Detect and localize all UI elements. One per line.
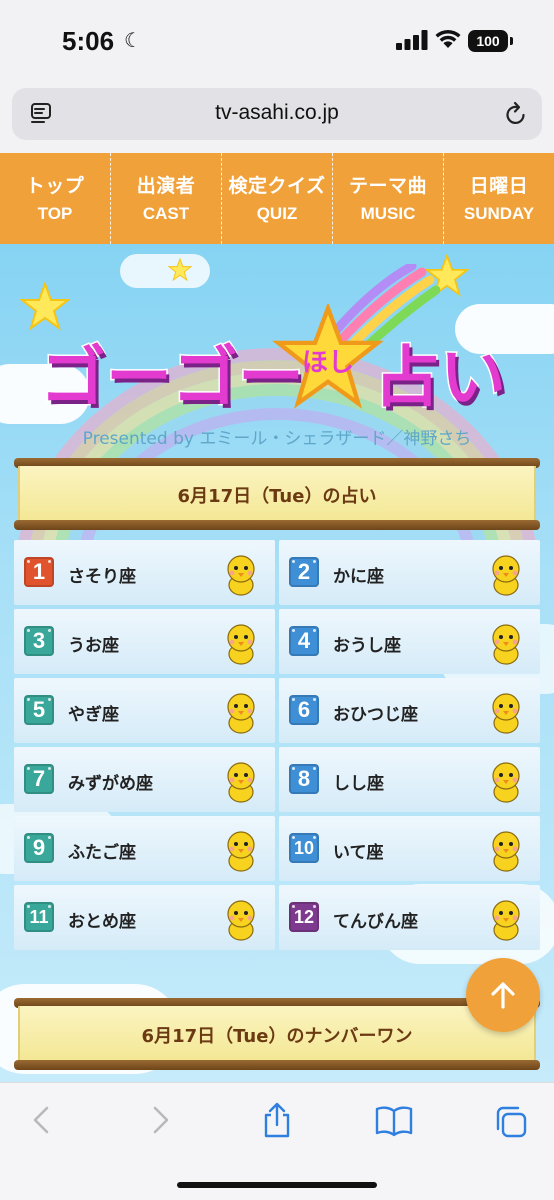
zodiac-sign-label: ふたご座 (68, 843, 136, 863)
rank-badge: 2 (289, 557, 319, 587)
section-title: 6月17日（Tue）の占い (177, 486, 377, 507)
zodiac-sign-label: かに座 (333, 567, 384, 587)
logo-part2: 占い (373, 338, 508, 418)
battery-tip (510, 37, 513, 45)
rank-badge: 4 (289, 626, 319, 656)
zodiac-sign-label: みずがめ座 (68, 774, 153, 794)
ranking-cell[interactable]: 1 さそり座 (14, 540, 275, 605)
rank-badge: 11 (24, 902, 54, 932)
zodiac-chick-icon (492, 762, 520, 803)
rank-badge: 9 (24, 833, 54, 863)
zodiac-sign-label: おひつじ座 (333, 705, 418, 725)
zodiac-sign-label: うお座 (68, 636, 119, 656)
nav-label-en: TOP (37, 204, 73, 223)
zodiac-chick-icon (227, 762, 255, 803)
zodiac-chick-icon (227, 831, 255, 872)
section-header: 6月17日（Tue）の占い (14, 458, 540, 530)
ranking-grid: 1 さそり座 2 かに座 3 うお座 4 おうし座 5 やぎ座 6 おひつじ座 7 みずがめ座 8 しし座 9 ふ… (14, 540, 540, 950)
nav-label-ja: 出演者 (136, 175, 196, 197)
star-icon (168, 258, 192, 282)
ranking-cell[interactable]: 11 おとめ座 (14, 885, 275, 950)
home-indicator (177, 1182, 377, 1188)
rank-badge: 8 (289, 764, 319, 794)
nav-label-ja: テーマ曲 (348, 175, 427, 197)
ranking-cell[interactable]: 9 ふたご座 (14, 816, 275, 881)
back-icon[interactable] (30, 1105, 52, 1135)
rank-badge: 6 (289, 695, 319, 725)
nav-sunday[interactable]: 日曜日 SUNDAY (443, 153, 554, 244)
ranking-cell[interactable]: 4 おうし座 (279, 609, 540, 674)
logo: ゴーゴー ほし 占い (39, 264, 520, 434)
zodiac-chick-icon (227, 555, 255, 596)
url-text[interactable]: tv-asahi.co.jp (12, 101, 542, 125)
zodiac-chick-icon (227, 624, 255, 665)
zodiac-sign-label: しし座 (333, 774, 384, 794)
ranking-cell[interactable]: 3 うお座 (14, 609, 275, 674)
share-icon[interactable] (260, 1101, 294, 1139)
rank-badge: 5 (24, 695, 54, 725)
zodiac-chick-icon (227, 693, 255, 734)
bookmarks-icon[interactable] (374, 1105, 414, 1137)
scroll-top-button[interactable] (466, 958, 540, 1032)
zodiac-sign-label: おうし座 (333, 636, 401, 656)
nav-music[interactable]: テーマ曲 MUSIC (332, 153, 443, 244)
zodiac-chick-icon (227, 900, 255, 941)
plaque-frame (14, 1060, 540, 1070)
nav-label-en: QUIZ (256, 204, 298, 223)
logo-star-text: ほし (302, 348, 355, 378)
wifi-icon (435, 29, 461, 48)
ranking-cell[interactable]: 10 いて座 (279, 816, 540, 881)
ranking-cell[interactable]: 8 しし座 (279, 747, 540, 812)
rank-badge: 10 (289, 833, 319, 863)
status-bar: 5:06 ☾ 100 (0, 0, 554, 80)
rank-badge: 3 (24, 626, 54, 656)
nav-label-ja: 日曜日 (469, 175, 529, 197)
forward-icon[interactable] (150, 1105, 172, 1135)
zodiac-sign-label: さそり座 (68, 567, 136, 587)
rank-badge: 7 (24, 764, 54, 794)
nav-label-en: SUNDAY (463, 204, 535, 223)
ranking-cell[interactable]: 7 みずがめ座 (14, 747, 275, 812)
nav-quiz[interactable]: 検定クイズ QUIZ (221, 153, 332, 244)
section-title: 6月17日（Tue）のナンバーワン (141, 1026, 413, 1047)
main-content: ゴーゴー ほし 占い Presented by エミール・シェラザード／神野さち… (0, 244, 554, 1082)
nav-label-ja: 検定クイズ (228, 175, 326, 197)
nav-top[interactable]: トップ TOP (0, 153, 110, 244)
nav-cast[interactable]: 出演者 CAST (110, 153, 221, 244)
presented-by: Presented by エミール・シェラザード／神野さち (82, 429, 472, 449)
ranking-cell[interactable]: 12 てんびん座 (279, 885, 540, 950)
ranking-cell[interactable]: 5 やぎ座 (14, 678, 275, 743)
zodiac-chick-icon (492, 555, 520, 596)
zodiac-sign-label: おとめ座 (68, 912, 136, 932)
zodiac-sign-label: てんびん座 (333, 912, 418, 932)
zodiac-sign-label: やぎ座 (68, 705, 119, 725)
ranking-cell[interactable]: 6 おひつじ座 (279, 678, 540, 743)
nav-label-ja: トップ (25, 175, 85, 197)
zodiac-chick-icon (492, 693, 520, 734)
reload-icon[interactable] (504, 101, 528, 127)
ranking-cell[interactable]: 2 かに座 (279, 540, 540, 605)
zodiac-chick-icon (492, 624, 520, 665)
zodiac-sign-label: いて座 (333, 843, 384, 863)
plaque-frame (14, 520, 540, 530)
zodiac-chick-icon (492, 831, 520, 872)
address-bar[interactable]: tv-asahi.co.jp (12, 88, 542, 140)
site-nav: トップ TOP 出演者 CAST 検定クイズ QUIZ テーマ曲 MUSIC 日… (0, 153, 554, 244)
tabs-icon[interactable] (494, 1105, 528, 1139)
status-time: 5:06 (62, 26, 115, 56)
focus-moon-icon: ☾ (124, 28, 142, 52)
nav-label-en: CAST (142, 204, 190, 223)
arrow-up-icon (491, 982, 515, 1009)
nav-label-en: MUSIC (360, 204, 416, 223)
zodiac-chick-icon (492, 900, 520, 941)
rank-badge: 12 (289, 902, 319, 932)
rank-badge: 1 (24, 557, 54, 587)
logo-part1: ゴーゴー (39, 338, 306, 418)
battery-indicator: 100 (468, 30, 508, 52)
cellular-signal-icon (396, 30, 428, 50)
cloud-decoration (120, 254, 210, 288)
section-header: 6月17日（Tue）のナンバーワン (14, 998, 540, 1070)
